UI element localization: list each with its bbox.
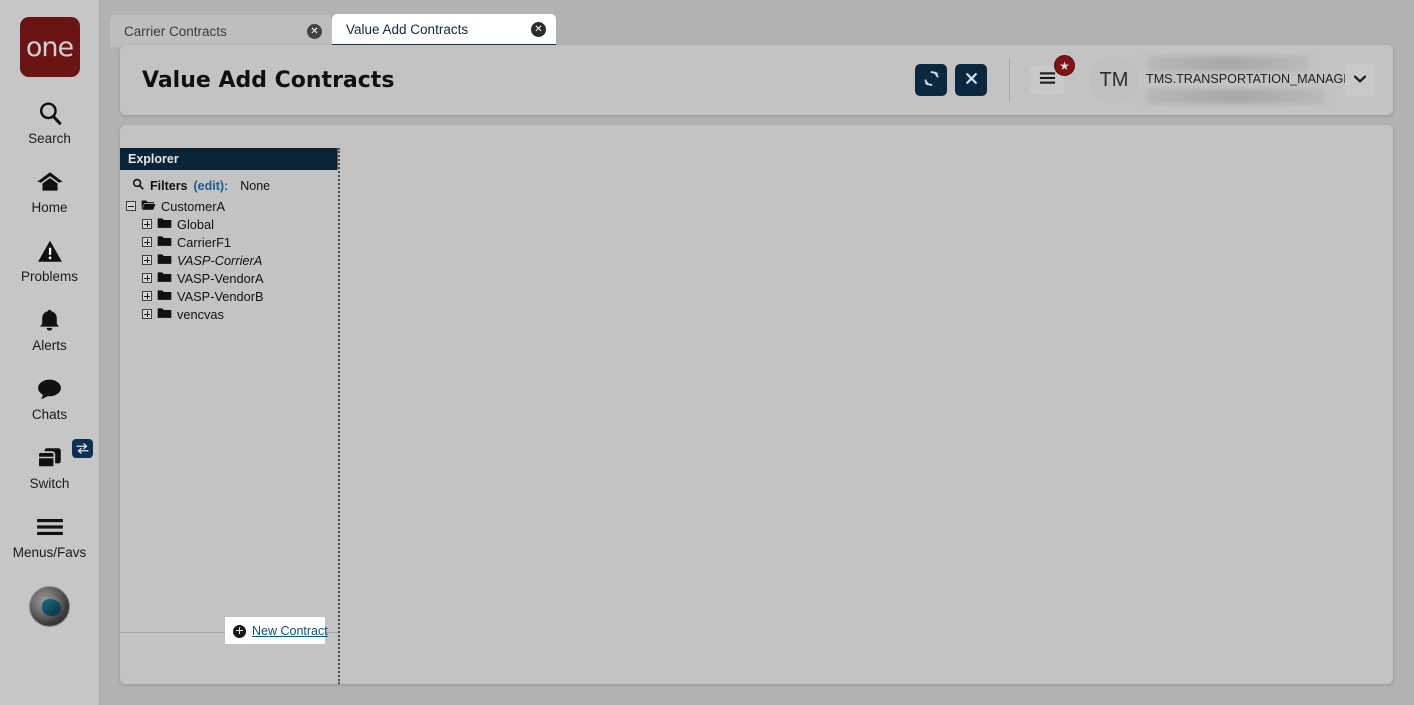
sidebar-item-search[interactable]: Search [0,96,100,146]
user-avatar-image[interactable] [29,586,70,627]
sidebar-label-search: Search [28,131,71,146]
hamburger-icon [35,510,65,544]
tree-node-customera[interactable]: CustomerA [126,197,338,215]
home-icon [36,165,64,199]
redacted-name-bar [1148,56,1308,71]
folder-icon [157,307,172,322]
folder-icon [157,271,172,286]
tree-node-vencvas[interactable]: vencvas [142,305,338,323]
user-info[interactable]: TMS.TRANSPORTATION_MANAGER [1146,56,1361,104]
tree-node-label: vencvas [177,306,224,322]
chevron-down-icon [1353,71,1367,89]
tab-strip: Carrier Contracts ✕ Value Add Contracts … [110,14,556,47]
tab-label: Value Add Contracts [346,21,469,37]
folder-icon [157,253,172,268]
sidebar-label-alerts: Alerts [32,338,67,353]
explorer-panel: Explorer Filters (edit): None CustomerA [120,148,340,684]
sidebar-label-problems: Problems [20,269,79,284]
sidebar-item-alerts[interactable]: Alerts [0,303,100,353]
star-badge-icon: ★ [1054,55,1075,76]
tree-node-global[interactable]: Global [142,215,338,233]
chat-bubble-icon [36,372,63,406]
tab-label: Carrier Contracts [124,23,227,39]
close-icon[interactable]: ✕ [307,23,322,39]
sidebar-item-home[interactable]: Home [0,165,100,215]
filters-value: None [240,178,271,193]
tree-node-label: CarrierF1 [177,234,232,250]
close-panel-button[interactable] [955,64,987,96]
search-icon [37,96,63,130]
expand-toggle-icon[interactable] [142,309,152,319]
bell-icon [37,303,62,337]
refresh-icon [923,70,940,90]
folder-icon [157,217,172,232]
switch-toggle-badge-icon[interactable] [71,439,93,458]
tree-node-label: Global [177,216,214,232]
user-name-label: TMS.TRANSPORTATION_MANAGER [1146,72,1361,86]
main-content-card: Explorer Filters (edit): None CustomerA [120,125,1393,684]
new-contract-link[interactable]: New Contract [252,624,328,638]
folder-icon [157,235,172,250]
expand-toggle-icon[interactable] [142,219,152,229]
filters-label: Filters [150,178,188,193]
tree-node-label: VASP-CorrierA [177,252,263,268]
tree-node-carrierf1[interactable]: CarrierF1 [142,233,338,251]
sidebar-label-home: Home [31,200,68,215]
header-divider [1009,58,1010,102]
sidebar-item-menus-favs[interactable]: Menus/Favs [0,510,100,560]
sidebar-label-chats: Chats [31,407,68,422]
avatar[interactable]: TM [1090,56,1138,104]
tab-value-add-contracts[interactable]: Value Add Contracts ✕ [332,14,556,47]
hamburger-icon [1039,71,1056,90]
expand-toggle-icon[interactable] [142,273,152,283]
app-logo-text: one [25,31,74,63]
folder-icon [157,289,172,304]
tab-carrier-contracts[interactable]: Carrier Contracts ✕ [110,15,332,47]
user-menu-button[interactable] [1345,64,1375,96]
sidebar-item-switch[interactable]: Switch [0,439,100,491]
redacted-email-bar [1146,89,1324,104]
close-icon[interactable]: ✕ [531,21,546,37]
close-icon [964,71,979,89]
collapse-toggle-icon[interactable] [126,201,136,211]
expand-toggle-icon[interactable] [142,291,152,301]
tree-node-label: VASP-VendorB [177,288,264,304]
sidebar-label-menus-favs: Menus/Favs [12,545,87,560]
explorer-footer: + New Contract [120,617,338,684]
tree-node-vasp-vendora[interactable]: VASP-VendorA [142,269,338,287]
tree-node-label: VASP-VendorA [177,270,264,286]
left-nav-rail: one Search Home Problems Alerts Chats Sw… [0,0,100,705]
plus-circle-icon: + [233,623,246,638]
folder-open-icon [141,199,156,214]
avatar-initials: TM [1099,68,1129,91]
favorites-menu-button[interactable]: ★ [1030,55,1075,95]
search-icon [132,178,144,193]
explorer-tree: CustomerA Global CarrierF1 VASP-CorrierA… [120,197,338,323]
page-title: Value Add Contracts [142,67,395,93]
expand-toggle-icon[interactable] [142,237,152,247]
app-logo[interactable]: one [19,17,80,77]
page-header: Value Add Contracts ★ TM TMS.TRANSPORTAT… [120,45,1393,115]
filters-edit-link[interactable]: (edit): [194,179,229,193]
refresh-button[interactable] [915,64,947,96]
switch-windows-icon [36,441,64,475]
filters-row: Filters (edit): None [120,170,338,197]
warning-triangle-icon [37,234,63,268]
new-contract-container: + New Contract [225,617,328,644]
tree-node-vasp-vendorb[interactable]: VASP-VendorB [142,287,338,305]
explorer-title: Explorer [120,148,338,170]
sidebar-item-chats[interactable]: Chats [0,372,100,422]
tree-node-vasp-corriera[interactable]: VASP-CorrierA [142,251,338,269]
sidebar-item-problems[interactable]: Problems [0,234,100,284]
sidebar-label-switch: Switch [29,476,70,491]
expand-toggle-icon[interactable] [142,255,152,265]
header-actions: ★ TM TMS.TRANSPORTATION_MANAGER [915,45,1393,115]
tree-node-label: CustomerA [161,198,226,214]
